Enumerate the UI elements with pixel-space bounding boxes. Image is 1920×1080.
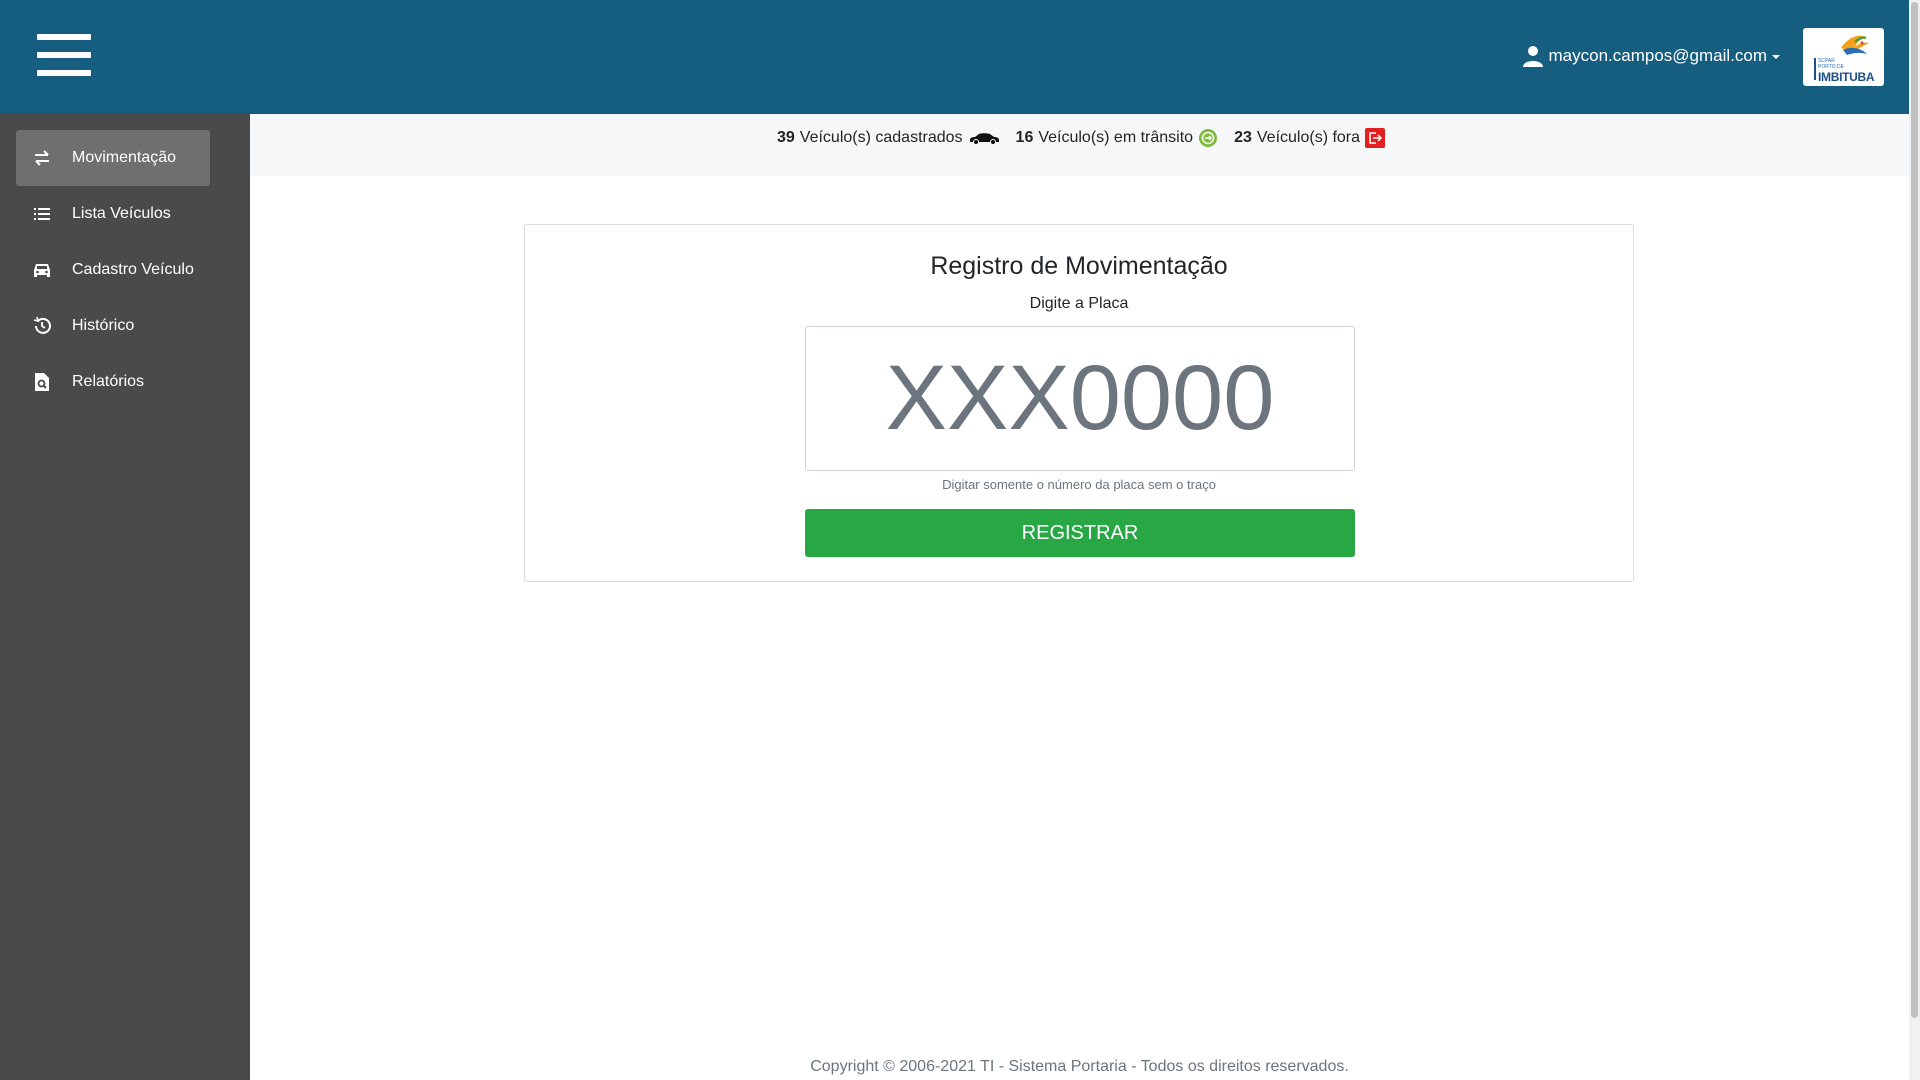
outside-label: Veículo(s) fora xyxy=(1256,129,1361,146)
sidebar-item-lista-veiculos[interactable]: Lista Veículos xyxy=(16,186,210,242)
logo-name: IMBITUBA xyxy=(1818,70,1875,84)
porto-imbituba-logo[interactable]: SCPAR PORTO DE IMBITUBA xyxy=(1803,28,1884,86)
user-menu-dropdown[interactable]: maycon.campos@gmail.com xyxy=(1522,44,1780,68)
exit-icon xyxy=(1365,128,1386,148)
logo-subtitle: SCPAR PORTO DE xyxy=(1818,58,1844,70)
registered-label: Veículo(s) cadastrados xyxy=(799,129,963,146)
plate-input[interactable] xyxy=(805,326,1355,471)
chevron-down-icon xyxy=(1772,55,1780,59)
list-icon xyxy=(34,208,50,220)
history-icon xyxy=(33,316,51,334)
stat-outside: 23 Veículo(s) fora xyxy=(1234,128,1386,148)
menu-toggle-icon[interactable] xyxy=(37,34,91,76)
sidebar-item-label: Relatórios xyxy=(72,373,145,390)
menu-bar-line xyxy=(37,70,91,76)
menu-bar-line xyxy=(37,52,91,58)
sidebar-item-relatorios[interactable]: Relatórios xyxy=(16,354,210,410)
menu-bar-line xyxy=(37,34,91,40)
scrollbar-thumb[interactable] xyxy=(1911,2,1918,1018)
stat-in-transit: 16 Veículo(s) em trânsito xyxy=(1016,128,1219,148)
movement-registration-card: Registro de Movimentação Digite a Placa … xyxy=(524,224,1634,582)
transit-label: Veículo(s) em trânsito xyxy=(1038,129,1194,146)
report-search-icon xyxy=(35,373,49,391)
footer-copyright: Copyright © 2006-2021 TI - Sistema Porta… xyxy=(810,1058,1349,1075)
vehicle-stats-bar: 39 Veículo(s) cadastrados 16 Veículo(s) … xyxy=(250,114,1909,176)
registered-count: 39 xyxy=(777,129,795,146)
page-scrollbar[interactable] xyxy=(1909,0,1920,1080)
plate-hint: Digitar somente o número da placa sem o … xyxy=(942,477,1216,492)
outside-count: 23 xyxy=(1234,129,1252,146)
top-header: maycon.campos@gmail.com SCPAR PORTO DE IM… xyxy=(0,0,1909,114)
sidebar-item-cadastro-veiculo[interactable]: Cadastro Veículo xyxy=(16,242,210,298)
swap-arrows-icon xyxy=(35,150,49,166)
stat-registered: 39 Veículo(s) cadastrados xyxy=(777,129,1000,147)
sidebar-item-label: Lista Veículos xyxy=(72,205,171,222)
card-title: Registro de Movimentação xyxy=(930,252,1228,280)
car-icon xyxy=(34,264,50,277)
sidebar-item-label: Histórico xyxy=(72,317,135,334)
logo-divider xyxy=(1814,58,1816,80)
register-button[interactable]: REGISTRAR xyxy=(805,509,1355,557)
car-side-icon xyxy=(969,133,999,145)
user-icon xyxy=(1522,46,1543,67)
transit-enter-icon xyxy=(1199,129,1218,147)
sidebar-item-label: Movimentação xyxy=(72,149,177,166)
sidebar: Movimentação Lista Veículos Cadastro Veí… xyxy=(0,114,250,1080)
vehicle-stats: 39 Veículo(s) cadastrados 16 Veículo(s) … xyxy=(777,126,1386,150)
user-email: maycon.campos@gmail.com xyxy=(1548,46,1768,65)
plate-label: Digite a Placa xyxy=(1029,295,1129,312)
sidebar-item-movimentacao[interactable]: Movimentação xyxy=(16,130,210,186)
transit-count: 16 xyxy=(1015,129,1034,146)
sidebar-item-label: Cadastro Veículo xyxy=(72,261,194,278)
sidebar-item-historico[interactable]: Histórico xyxy=(16,298,210,354)
